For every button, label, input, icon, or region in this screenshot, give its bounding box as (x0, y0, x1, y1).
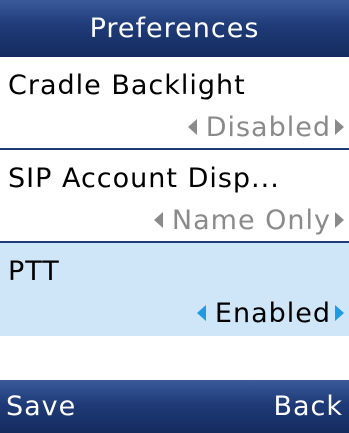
setting-row-sip-account-display[interactable]: SIP Account Disp... Name Only (0, 150, 349, 243)
setting-label: Cradle Backlight (8, 70, 246, 101)
setting-label: SIP Account Disp... (8, 163, 280, 194)
back-softkey[interactable]: Back (273, 380, 343, 433)
screen-title: Preferences (0, 0, 349, 57)
right-arrow-icon[interactable] (335, 305, 344, 321)
save-softkey[interactable]: Save (6, 380, 76, 433)
setting-value-selector[interactable]: Name Only (153, 204, 344, 236)
softkey-bar: Save Back (0, 380, 349, 433)
setting-row-ptt[interactable]: PTT Enabled (0, 243, 349, 336)
setting-value: Disabled (205, 111, 331, 143)
setting-value-selector[interactable]: Enabled (196, 297, 344, 329)
right-arrow-icon[interactable] (335, 212, 344, 228)
setting-value: Enabled (214, 297, 331, 329)
setting-value-selector[interactable]: Disabled (187, 111, 344, 143)
setting-label: PTT (8, 256, 60, 287)
left-arrow-icon[interactable] (196, 305, 206, 321)
right-arrow-icon[interactable] (335, 119, 344, 135)
setting-value: Name Only (171, 204, 331, 236)
setting-row-cradle-backlight[interactable]: Cradle Backlight Disabled (0, 57, 349, 150)
left-arrow-icon[interactable] (187, 119, 197, 135)
left-arrow-icon[interactable] (153, 212, 163, 228)
